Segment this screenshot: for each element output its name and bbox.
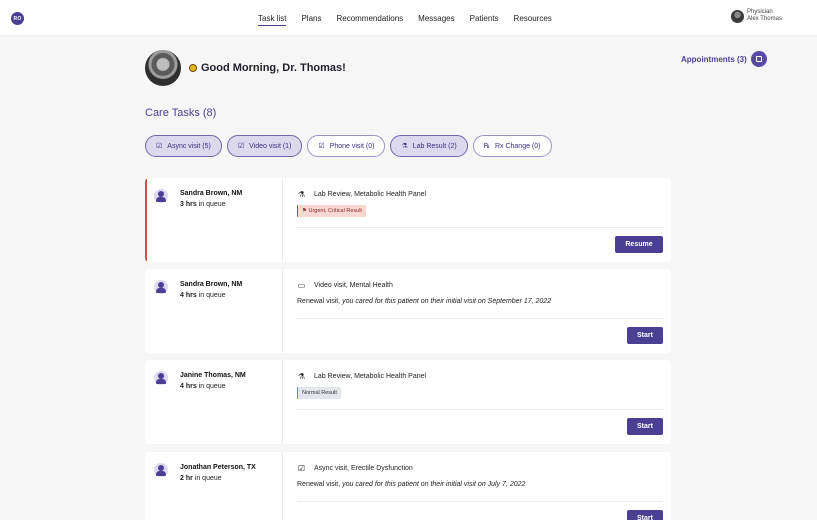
patient-name[interactable]: Sandra Brown, NM [180,281,242,288]
care-tasks-title: Care Tasks (8) [145,107,217,119]
filter-chip-lab-result[interactable]: ⚗ Lab Result (2) [390,135,468,157]
status-badge: Normal Result [297,387,341,399]
filter-icon: ☑ [237,143,245,150]
task-details: ☑ Async visit, Erectile Dysfunction Renewa… [283,452,671,520]
queue-time: 3 hrs in queue [180,201,226,208]
appointments-link[interactable]: Appointments (3) [681,51,767,67]
flask-icon: ⚗ [297,190,306,199]
filter-chip-phone-visit[interactable]: ☑ Phone visit (0) [307,135,386,157]
nav-resources[interactable]: Resources [514,14,552,23]
patient-name[interactable]: Sandra Brown, NM [180,190,242,197]
filter-label: Phone visit (0) [329,142,375,150]
visit-type: ⚗ Lab Review, Metabolic Health Panel [297,372,663,381]
divider [297,409,663,410]
checkbox-icon: ☑ [297,464,306,473]
filter-icon: ☑ [318,143,325,150]
patient-info: Jonathan Peterson, TX 2 hr in queue [145,452,283,520]
patient-name[interactable]: Jonathan Peterson, TX [180,464,256,471]
filter-icon: ⚗ [401,143,408,150]
visit-label: Video visit, Mental Health [314,282,393,289]
sunflower-icon [189,64,197,72]
nav-plans[interactable]: Plans [301,14,321,23]
filter-chip-rx-change[interactable]: ℞ Rx Change (0) [472,135,552,157]
urgent-badge: ⚑ Urgent, Critical Result [297,205,366,217]
greeting-text: Good Morning, Dr. Thomas! [201,62,346,74]
task-card[interactable]: Sandra Brown, NM 3 hrs in queue ⚗ Lab Revie… [145,178,671,262]
task-card[interactable]: Jonathan Peterson, TX 2 hr in queue ☑ Async… [145,452,671,520]
start-button[interactable]: Start [627,510,663,520]
filter-label: Async visit (5) [167,142,211,150]
user-name: Alex Thomas [747,16,782,22]
patient-icon [154,189,168,203]
flask-icon: ⚗ [297,372,306,381]
task-details: ▭ Video visit, Mental Health Renewal visit… [283,269,671,353]
queue-time: 4 hrs in queue [180,383,226,390]
patient-info: Janine Thomas, NM 4 hrs in queue [145,360,283,444]
video-icon: ▭ [297,281,306,290]
queue-time: 4 hrs in queue [180,292,226,299]
visit-type: ⚗ Lab Review, Metabolic Health Panel [297,190,663,199]
appointments-label[interactable]: Appointments (3) [681,55,747,64]
task-card[interactable]: Janine Thomas, NM 4 hrs in queue ⚗ Lab Revi… [145,360,671,444]
divider [297,227,663,228]
filter-chip-video-visit[interactable]: ☑ Video visit (1) [226,135,303,157]
user-role: Physician [747,9,773,15]
visit-label: Async visit, Erectile Dysfunction [314,465,413,472]
task-filters: ☑ Async visit (5) ☑ Video visit (1) ☑ Phone v… [145,135,557,157]
patient-icon [154,371,168,385]
visit-type: ▭ Video visit, Mental Health [297,281,663,290]
filter-icon: ☑ [156,143,163,150]
nav-recommendations[interactable]: Recommendations [336,14,403,23]
nav-patients[interactable]: Patients [470,14,499,23]
task-card[interactable]: Sandra Brown, NM 4 hrs in queue ▭ Video vis… [145,269,671,353]
visit-label: Lab Review, Metabolic Health Panel [314,191,427,198]
patient-icon [154,280,168,294]
app-logo[interactable]: RO [11,12,24,25]
start-button[interactable]: Start [627,327,663,344]
visit-type: ☑ Async visit, Erectile Dysfunction [297,464,663,473]
queue-time: 2 hr in queue [180,475,222,482]
task-details: ⚗ Lab Review, Metabolic Health Panel Norma… [283,360,671,444]
resume-button[interactable]: Resume [615,236,663,253]
visit-label: Lab Review, Metabolic Health Panel [314,373,427,380]
doctor-avatar [145,50,181,86]
greeting: Good Morning, Dr. Thomas! [189,62,346,74]
filter-icon: ℞ [483,143,490,150]
filter-label: Video visit (1) [249,142,292,150]
filter-label: Rx Change (0) [494,142,541,150]
nav-task-list[interactable]: Task list [258,14,287,26]
task-details: ⚗ Lab Review, Metabolic Health Panel ⚑ Urg… [283,178,671,262]
divider [297,501,663,502]
top-navigation-bar: RO Task list Plans Recommendations Messages… [0,0,817,36]
filter-chip-async-visit[interactable]: ☑ Async visit (5) [145,135,222,157]
avatar[interactable] [731,9,744,23]
patient-name[interactable]: Janine Thomas, NM [180,372,246,379]
patient-icon [154,463,168,477]
nav-messages[interactable]: Messages [418,14,454,23]
filter-label: Lab Result (2) [412,142,457,150]
patient-info: Sandra Brown, NM 4 hrs in queue [145,269,283,353]
patient-info: Sandra Brown, NM 3 hrs in queue [145,178,283,262]
divider [297,318,663,319]
renewal-note: Renewal visit, you cared for this patien… [297,298,552,305]
user-menu[interactable]: Physician Alex Thomas [731,9,782,23]
start-button[interactable]: Start [627,418,663,435]
renewal-note: Renewal visit, you cared for this patien… [297,481,526,488]
calendar-icon[interactable] [750,51,767,67]
main-nav: Task list Plans Recommendations Messages Pat… [258,14,567,26]
